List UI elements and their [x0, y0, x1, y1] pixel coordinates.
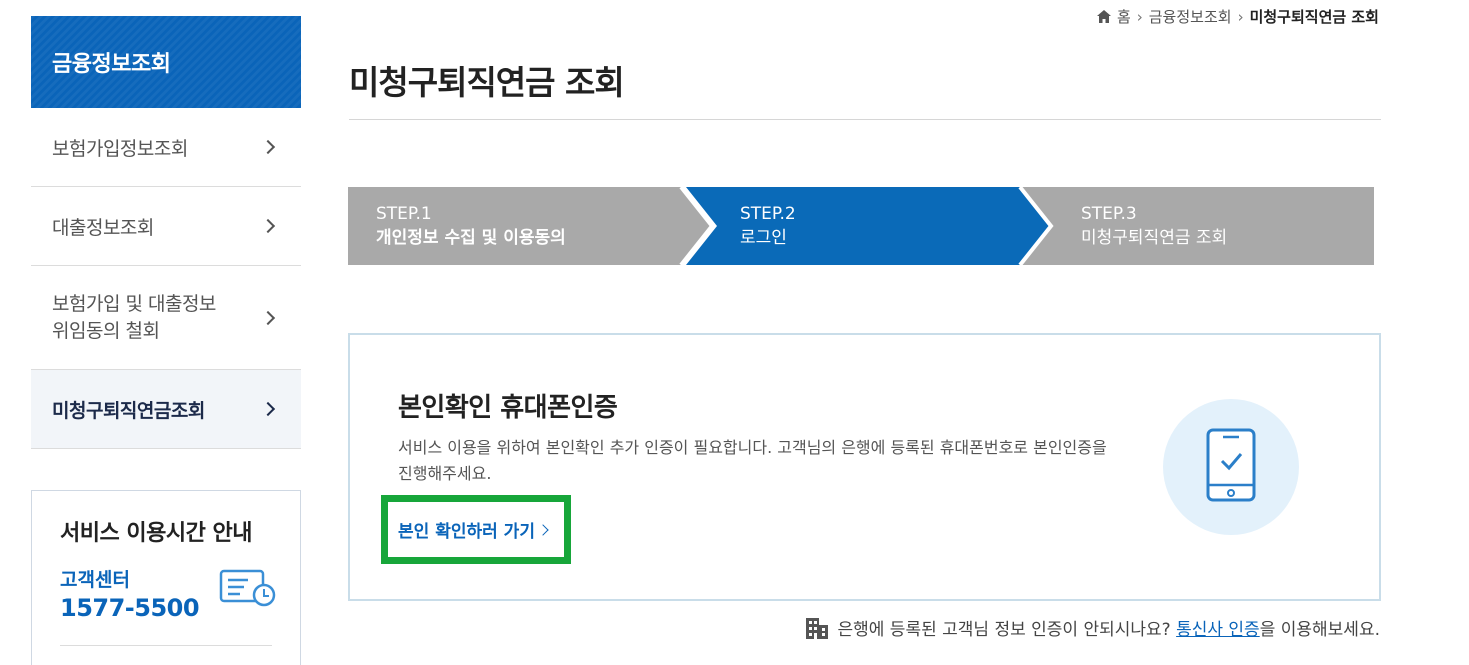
sidebar-item-label: 보험가입 및 대출정보 위임동의 철회 — [52, 292, 216, 342]
sidebar-item-insurance-info[interactable]: 보험가입정보조회 — [31, 108, 301, 187]
step-number: STEP.2 — [740, 204, 796, 224]
breadcrumb-separator-icon: › — [1136, 7, 1143, 26]
chevron-right-icon — [260, 139, 276, 155]
alternative-auth-note: 은행에 등록된 고객님 정보 인증이 안되시나요? 통신사 인증을 이용해보세요… — [805, 615, 1380, 640]
sidebar-item-consent-withdrawal[interactable]: 보험가입 및 대출정보 위임동의 철회 — [31, 266, 301, 370]
home-icon[interactable] — [1096, 10, 1111, 23]
divider — [60, 645, 272, 646]
phone-illustration — [1163, 399, 1299, 535]
step-number: STEP.1 — [376, 204, 432, 224]
auth-description: 서비스 이용을 위하여 본인확인 추가 인증이 필요합니다. 고객님의 은행에 … — [398, 438, 1107, 483]
phone-auth-panel: 본인확인 휴대폰인증 서비스 이용을 위하여 본인확인 추가 인증이 필요합니다… — [348, 333, 1381, 601]
service-hours-title: 서비스 이용시간 안내 — [60, 521, 252, 546]
sidebar-item-label: 미청구퇴직연금조회 — [52, 399, 205, 422]
auth-title: 본인확인 휴대폰인증 — [398, 393, 618, 423]
sidebar-item-label: 대출정보조회 — [52, 216, 154, 239]
step-1: STEP.1 개인정보 수집 및 이용동의 — [376, 202, 566, 250]
chevron-right-icon — [537, 523, 549, 536]
step-2: STEP.2 로그인 — [740, 202, 796, 250]
breadcrumb-level1[interactable]: 금융정보조회 — [1149, 6, 1232, 27]
page-title: 미청구퇴직연금 조회 — [349, 63, 625, 102]
step-number: STEP.3 — [1081, 204, 1137, 224]
step-3: STEP.3 미청구퇴직연금 조회 — [1081, 202, 1227, 250]
breadcrumb-current: 미청구퇴직연금 조회 — [1249, 8, 1379, 26]
mobile-phone-check-icon — [1206, 428, 1256, 502]
sidebar: 금융정보조회 보험가입정보조회 대출정보조회 보험가입 및 대출정보 위임동의 … — [31, 16, 301, 449]
verify-identity-button[interactable]: 본인 확인하러 가기 — [381, 495, 571, 564]
breadcrumb: 홈 › 금융정보조회 › 미청구퇴직연금 조회 — [1096, 6, 1379, 27]
customer-card-clock-icon — [219, 569, 276, 607]
step-name: 미청구퇴직연금 조회 — [1081, 228, 1228, 248]
sidebar-item-loan-info[interactable]: 대출정보조회 — [31, 187, 301, 266]
sidebar-header: 금융정보조회 — [31, 16, 301, 108]
chevron-right-icon — [260, 310, 276, 325]
footnote-text: 은행에 등록된 고객님 정보 인증이 안되시나요? — [837, 620, 1171, 640]
chevron-right-icon — [260, 218, 276, 234]
service-hours-box: 서비스 이용시간 안내 고객센터 1577-5500 — [31, 490, 301, 665]
building-icon — [806, 617, 829, 639]
sidebar-item-unclaimed-pension[interactable]: 미청구퇴직연금조회 — [31, 370, 301, 449]
divider — [349, 119, 1381, 120]
breadcrumb-separator-icon: › — [1237, 7, 1244, 26]
verify-identity-label: 본인 확인하러 가기 — [398, 522, 535, 542]
step-indicator: STEP.1 개인정보 수집 및 이용동의 STEP.2 로그인 STEP.3 … — [348, 187, 1374, 265]
step-name: 로그인 — [740, 228, 787, 248]
chevron-right-icon — [260, 401, 276, 417]
carrier-auth-link[interactable]: 통신사 인증 — [1176, 620, 1260, 640]
footnote-text-tail: 을 이용해보세요. — [1259, 620, 1380, 640]
breadcrumb-home[interactable]: 홈 — [1117, 6, 1131, 27]
step-name: 개인정보 수집 및 이용동의 — [376, 228, 566, 248]
sidebar-item-label: 보험가입정보조회 — [52, 137, 188, 160]
